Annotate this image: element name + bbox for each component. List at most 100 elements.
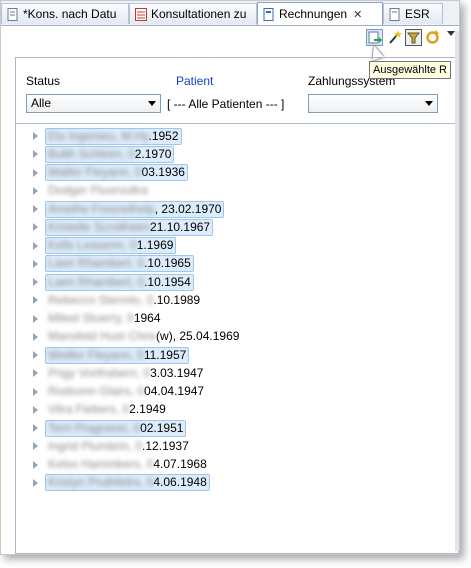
invoice-tree[interactable]: Elu Ingenieu, M.Hy.1952 Bulth Schleim, 02…: [15, 123, 455, 544]
expand-arrow-icon[interactable]: [33, 460, 38, 469]
tab-label: Konsultationen zu: [151, 7, 247, 21]
birth-date: 02.1951: [140, 420, 184, 435]
expand-arrow-icon[interactable]: [33, 332, 38, 341]
filter-button[interactable]: [405, 29, 422, 46]
tree-row-label[interactable]: Weiller Fleyann, 011.1957: [45, 346, 190, 364]
tree-row-label[interactable]: Elu Ingenieu, M.Hy.1952: [45, 127, 182, 145]
patient-name: Kelso Hammbers, 0: [48, 457, 154, 471]
patient-name: Elu Ingenieu, M.Hy: [48, 128, 149, 143]
tree-row-label[interactable]: Rebecco Stermlo, 0.10.1989: [45, 292, 203, 309]
patient-name: Dodger Fluoroultra: [48, 183, 149, 198]
tree-row-label[interactable]: Dodger Fluoroultra: [45, 182, 151, 199]
expand-arrow-icon[interactable]: [33, 132, 38, 140]
patient-name: Walfer Fleyann, 0: [48, 165, 142, 179]
close-icon[interactable]: ✕: [353, 8, 362, 21]
tab-esr[interactable]: ESR: [383, 3, 443, 24]
tree-row-label[interactable]: Ingrid Plumbrin, 0.12.1937: [45, 438, 192, 455]
expand-arrow-icon[interactable]: [33, 351, 38, 359]
export-icon: [368, 31, 382, 44]
expand-arrow-icon[interactable]: [33, 205, 38, 213]
tree-row-label[interactable]: Terri Pragneon, 002.1951: [45, 419, 187, 437]
tree-row-label[interactable]: Rodsonn Glairs, 004.04.1947: [45, 383, 207, 400]
expand-arrow-icon[interactable]: [33, 259, 38, 268]
tree-row-label[interactable]: Mansfeld Hust Chris(w), 25.04.1969: [45, 328, 242, 345]
expand-arrow-icon[interactable]: [33, 369, 38, 378]
patient-link[interactable]: Patient: [176, 74, 213, 88]
expand-arrow-icon[interactable]: [33, 186, 38, 195]
tree-row[interactable]: Terri Pragneon, 002.1951: [33, 419, 187, 437]
tree-row-label[interactable]: Laen Rhambert, 0.10.1954: [45, 273, 194, 291]
editor-tab-bar: *Kons. nach Datu Konsultationen zu Rechn…: [1, 1, 459, 26]
tree-row-label[interactable]: Amelhe Fresnelhelp, 23.02.1970: [45, 200, 225, 218]
tab-rechnungen[interactable]: Rechnungen ✕: [257, 2, 383, 25]
status-select[interactable]: Alle: [26, 94, 161, 113]
tree-row[interactable]: Rebecco Stermlo, 0.10.1989: [33, 292, 203, 308]
tree-row-label[interactable]: Laen Rhambert, 0.10.1965: [45, 255, 194, 273]
patient-name: Laen Rhambert, 0: [48, 274, 145, 289]
tree-row-label[interactable]: Vitra Fiebers, 02.1949: [45, 401, 169, 418]
tree-row-label[interactable]: Prigy Vorthsbern, 03.03.1947: [45, 365, 206, 382]
tab-konsultationen[interactable]: Konsultationen zu: [129, 3, 257, 24]
refresh-icon: [426, 30, 439, 44]
magic-wand-icon: [389, 30, 402, 44]
expand-arrow-icon[interactable]: [33, 405, 38, 414]
export-button[interactable]: [366, 29, 383, 46]
expand-arrow-icon[interactable]: [33, 478, 38, 487]
birth-date: 4.06.1948: [153, 475, 207, 490]
tree-row[interactable]: Elu Ingenieu, M.Hy.1952: [33, 127, 182, 145]
birth-date: .10.1954: [144, 274, 191, 289]
refresh-button[interactable]: [424, 29, 441, 46]
expand-arrow-icon[interactable]: [33, 168, 38, 177]
tree-row-label[interactable]: Kristelle Scrollheim21.10.1967: [45, 218, 214, 236]
expand-arrow-icon[interactable]: [33, 223, 38, 232]
view-window: *Kons. nach Datu Konsultationen zu Rechn…: [0, 0, 460, 555]
tree-row[interactable]: Mileel Stuerry, 01964: [33, 311, 164, 327]
patient-name: Mileel Stuerry, 0: [48, 311, 134, 325]
tab-label: ESR: [405, 7, 430, 21]
status-select-value: Alle: [31, 96, 52, 110]
tab-kons-nach-datum[interactable]: *Kons. nach Datu: [1, 3, 129, 24]
expand-arrow-icon[interactable]: [33, 296, 38, 305]
expand-arrow-icon[interactable]: [33, 241, 38, 250]
tree-row-label[interactable]: Walfer Fleyann, 003.1936: [45, 164, 188, 181]
patient-name: Kristyn Pruthfetrs, 0: [48, 475, 154, 490]
payment-system-select[interactable]: [308, 94, 438, 113]
tree-row-label[interactable]: Kelso Hammbers, 04.07.1968: [45, 456, 210, 473]
expand-arrow-icon[interactable]: [33, 424, 38, 432]
expand-arrow-icon[interactable]: [33, 442, 38, 451]
magic-wand-button[interactable]: [386, 29, 403, 46]
view-menu-button[interactable]: [447, 31, 455, 36]
expand-arrow-icon[interactable]: [33, 387, 38, 396]
tree-row[interactable]: Kristelle Scrollheim21.10.1967: [33, 218, 214, 236]
expand-arrow-icon[interactable]: [33, 278, 38, 286]
tree-row[interactable]: Kristyn Pruthfetrs, 04.06.1948: [33, 474, 210, 492]
tree-row[interactable]: Kelso Hammbers, 04.07.1968: [33, 457, 210, 473]
tree-row[interactable]: Laen Rhambert, 0.10.1954: [33, 273, 194, 291]
tree-row[interactable]: Prigy Vorthsbern, 03.03.1947: [33, 365, 206, 381]
tree-row[interactable]: Laen Rhambert, 0.10.1965: [33, 255, 194, 273]
tree-row-label[interactable]: Bulth Schleim, 02.1970: [45, 145, 175, 163]
tab-label: Rechnungen: [279, 7, 348, 21]
tree-row[interactable]: Walfer Fleyann, 003.1936: [33, 164, 188, 181]
tree-row[interactable]: Kells Leasenn, 01.1969: [33, 237, 177, 254]
birth-date: .10.1989: [153, 292, 201, 307]
tree-row-label[interactable]: Mileel Stuerry, 01964: [45, 310, 164, 327]
tree-row[interactable]: Rodsonn Glairs, 004.04.1947: [33, 384, 207, 400]
tree-row-label[interactable]: Kells Leasenn, 01.1969: [45, 237, 177, 254]
birth-date: 2.1949: [129, 402, 166, 417]
tree-row[interactable]: Weiller Fleyann, 011.1957: [33, 346, 190, 364]
tree-row[interactable]: Amelhe Fresnelhelp, 23.02.1970: [33, 200, 225, 218]
patient-name: Rodsonn Glairs, 0: [48, 384, 145, 398]
document-icon: [389, 7, 400, 21]
tree-row[interactable]: Dodger Fluoroultra: [33, 183, 151, 199]
expand-arrow-icon[interactable]: [33, 150, 38, 159]
tree-row[interactable]: Ingrid Plumbrin, 0.12.1937: [33, 438, 192, 454]
birth-date: 2.1970: [134, 146, 172, 161]
tree-row-label[interactable]: Kristyn Pruthfetrs, 04.06.1948: [45, 474, 210, 492]
tree-row[interactable]: Mansfeld Hust Chris(w), 25.04.1969: [33, 329, 242, 345]
expand-arrow-icon[interactable]: [33, 314, 38, 323]
birth-date: .10.1965: [144, 256, 191, 271]
patient-name: Kells Leasenn, 0: [48, 238, 137, 252]
tree-row[interactable]: Vitra Fiebers, 02.1949: [33, 402, 169, 418]
tree-row[interactable]: Bulth Schleim, 02.1970: [33, 145, 175, 163]
